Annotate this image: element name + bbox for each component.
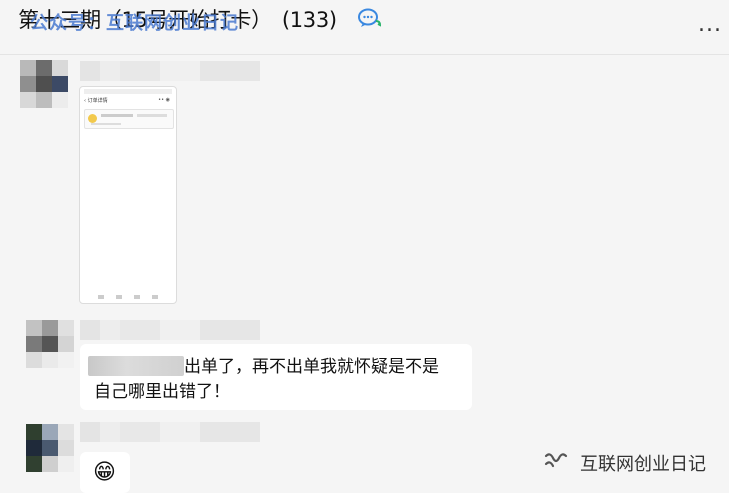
- message-text: 出单了，再不出单我就怀疑是不是 自己哪里出错了！: [94, 357, 439, 402]
- phone-bottom-bar: [98, 295, 158, 299]
- brand-name: 互联网创业日记: [580, 454, 706, 475]
- text-message-bubble[interactable]: 出单了，再不出单我就怀疑是不是 自己哪里出错了！: [80, 344, 472, 410]
- phone-status-bar: [84, 89, 172, 94]
- sender-nickname: [80, 320, 260, 340]
- sender-nickname: [80, 61, 260, 81]
- phone-order-card: [84, 109, 174, 129]
- avatar[interactable]: [26, 320, 74, 368]
- watermark-text: 公众号：互联网创业日记: [30, 13, 239, 34]
- avatar[interactable]: [26, 424, 74, 472]
- grinning-face-icon: 😁: [93, 460, 116, 485]
- wechat-channel-icon: [544, 453, 568, 468]
- image-message[interactable]: ‹ 订单详情 •• ◉: [79, 86, 177, 304]
- emoji-message-bubble[interactable]: 😁: [80, 452, 130, 493]
- phone-nav-title: ‹ 订单详情: [84, 98, 108, 104]
- member-count: (133): [281, 8, 337, 32]
- avatar[interactable]: [20, 60, 68, 108]
- group-chat-icon[interactable]: [357, 7, 383, 29]
- more-options-button[interactable]: ...: [698, 12, 722, 37]
- chat-header: 第十三期（15号开始打卡） (133) 公众号：互联网创业日记 ...: [0, 0, 729, 55]
- phone-nav-dots-icon: •• ◉: [158, 97, 170, 103]
- shop-logo-icon: [88, 114, 97, 123]
- sender-nickname: [80, 422, 260, 442]
